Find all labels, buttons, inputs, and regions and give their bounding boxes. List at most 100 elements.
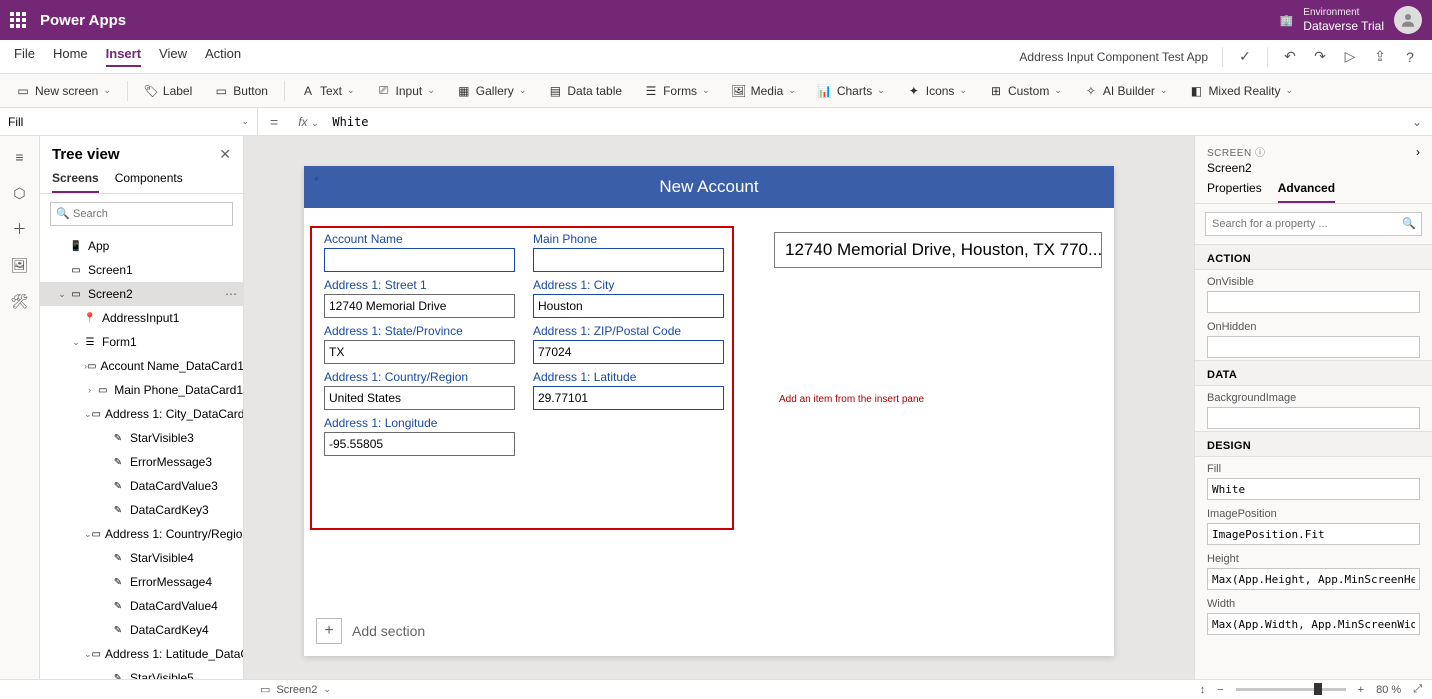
formula-expand-icon[interactable]: ⌄ [1402,115,1432,129]
tree-node-country-card[interactable]: ⌄▭Address 1: Country/Region_DataCard1 [40,522,243,546]
field-label-zip: Address 1: ZIP/Postal Code [533,324,724,338]
prop-input-onhidden[interactable] [1207,336,1420,358]
ribbon-label[interactable]: 🏷Label [138,84,198,98]
ribbon-gallery[interactable]: ▦Gallery⌄ [451,84,533,98]
tree-node-mainphone-card[interactable]: ›▭Main Phone_DataCard1 [40,378,243,402]
tree-tab-components[interactable]: Components [115,171,183,193]
field-input-account-name[interactable] [324,248,515,272]
search-icon: 🔍 [1402,217,1416,230]
tree-node-form1[interactable]: ⌄☰Form1 [40,330,243,354]
help-icon[interactable]: ? [1402,49,1418,65]
tree-node-datacardkey3[interactable]: ✎DataCardKey3 [40,498,243,522]
tree-node-starvisible4[interactable]: ✎StarVisible4 [40,546,243,570]
tree-node-screen1[interactable]: ▭Screen1 [40,258,243,282]
prop-name-fill: Fill [1207,463,1420,475]
tree-node-city-card[interactable]: ⌄▭Address 1: City_DataCard1 [40,402,243,426]
ribbon-data-table[interactable]: ▤Data table [542,84,628,98]
app-checker-icon[interactable]: ✓ [1237,49,1253,65]
undo-icon[interactable]: ↶ [1282,49,1298,65]
tree-node-datacardvalue3[interactable]: ✎DataCardValue3 [40,474,243,498]
field-input-zip[interactable] [533,340,724,364]
screen-indicator-name[interactable]: Screen2 [276,684,317,696]
address-display[interactable]: 12740 Memorial Drive, Houston, TX 770... [774,232,1102,268]
tree-tab-screens[interactable]: Screens [52,171,99,193]
tree-node-latitude-card[interactable]: ⌄▭Address 1: Latitude_DataCard1 [40,642,243,666]
ribbon-media[interactable]: 🖼Media⌄ [726,84,802,98]
field-input-city[interactable] [533,294,724,318]
arrows-icon[interactable]: ↕ [1200,684,1206,696]
add-section-button[interactable]: +Add section [316,618,425,644]
play-icon[interactable]: ▷ [1342,49,1358,65]
field-input-state[interactable] [324,340,515,364]
props-tab-advanced[interactable]: Advanced [1278,181,1335,203]
ribbon-charts[interactable]: 📊Charts⌄ [812,84,891,98]
tree-node-errormessage3[interactable]: ✎ErrorMessage3 [40,450,243,474]
field-input-main-phone[interactable] [533,248,724,272]
screen-canvas[interactable]: New Account * Account Name Main Phone Ad… [304,166,1114,656]
info-icon[interactable]: ⓘ [1255,148,1266,159]
panel-chevron-icon[interactable]: › [1416,145,1420,159]
fit-icon[interactable]: ⤢ [1413,683,1422,696]
tree-view-icon[interactable]: ≡ [11,148,29,166]
canvas-area[interactable]: New Account * Account Name Main Phone Ad… [244,136,1194,679]
tree-node-starvisible3[interactable]: ✎StarVisible3 [40,426,243,450]
data-icon[interactable]: ⬡ [11,184,29,202]
ribbon-ai-builder[interactable]: ✧AI Builder⌄ [1078,84,1174,98]
tree-node-starvisible5[interactable]: ✎StarVisible5 [40,666,243,679]
tree-node-accountname-card[interactable]: ›▭Account Name_DataCard1 [40,354,243,378]
left-rail: ≡ ⬡ ＋ 🖼 🛠 [0,136,40,679]
prop-input-onvisible[interactable] [1207,291,1420,313]
props-search-input[interactable] [1205,212,1422,236]
prop-input-bgimage[interactable] [1207,407,1420,429]
tree-node-datacardkey4[interactable]: ✎DataCardKey4 [40,618,243,642]
field-input-country[interactable] [324,386,515,410]
prop-name-width: Width [1207,598,1420,610]
zoom-slider[interactable] [1236,688,1346,691]
ribbon-forms[interactable]: ☰Forms⌄ [638,84,716,98]
field-label-country: Address 1: Country/Region [324,370,515,384]
menu-home[interactable]: Home [53,46,88,67]
menu-action[interactable]: Action [205,46,241,67]
formula-input[interactable] [326,108,1402,135]
environment-block[interactable]: Environment Dataverse Trial [1303,7,1384,33]
property-selector[interactable]: Fill⌄ [0,108,258,135]
ribbon-custom[interactable]: ⊞Custom⌄ [983,84,1068,98]
more-icon[interactable]: ⋯ [225,287,237,301]
tree-search-input[interactable] [50,202,233,226]
ribbon-text[interactable]: AText⌄ [295,84,361,98]
waffle-icon[interactable] [10,12,26,28]
tree-node-addressinput[interactable]: 📍AddressInput1 [40,306,243,330]
menu-file[interactable]: File [14,46,35,67]
ribbon-new-screen[interactable]: ▭New screen⌄ [10,84,117,98]
prop-input-imageposition[interactable] [1207,523,1420,545]
redo-icon[interactable]: ↷ [1312,49,1328,65]
ribbon-input[interactable]: ⎚Input⌄ [371,84,441,98]
ribbon-button[interactable]: ▭Button [208,84,274,98]
advanced-tools-icon[interactable]: 🛠 [11,292,29,310]
ribbon-icons[interactable]: ✦Icons⌄ [901,84,973,98]
menu-insert[interactable]: Insert [106,46,141,67]
field-input-longitude[interactable] [324,432,515,456]
tree-close-icon[interactable]: ✕ [219,146,231,163]
prop-input-fill[interactable] [1207,478,1420,500]
field-input-street1[interactable] [324,294,515,318]
prop-input-width[interactable] [1207,613,1420,635]
fx-label[interactable]: fx ⌄ [290,115,326,129]
zoom-out-icon[interactable]: − [1217,684,1223,696]
menu-view[interactable]: View [159,46,187,67]
props-tab-properties[interactable]: Properties [1207,181,1262,203]
ribbon-mixed-reality[interactable]: ◧Mixed Reality⌄ [1183,84,1299,98]
insert-icon[interactable]: ＋ [11,220,29,238]
share-icon[interactable]: ⇪ [1372,49,1388,65]
tree-node-datacardvalue4[interactable]: ✎DataCardValue4 [40,594,243,618]
tree-view-panel: Tree view ✕ Screens Components 🔍 📱App ▭S… [40,136,244,679]
media-rail-icon[interactable]: 🖼 [11,256,29,274]
prop-input-height[interactable] [1207,568,1420,590]
user-avatar[interactable] [1394,6,1422,34]
section-design: DESIGN [1195,431,1432,457]
tree-node-screen2[interactable]: ⌄▭Screen2⋯ [40,282,243,306]
field-input-latitude[interactable] [533,386,724,410]
zoom-in-icon[interactable]: + [1358,684,1364,696]
tree-node-errormessage4[interactable]: ✎ErrorMessage4 [40,570,243,594]
tree-node-app[interactable]: 📱App [40,234,243,258]
